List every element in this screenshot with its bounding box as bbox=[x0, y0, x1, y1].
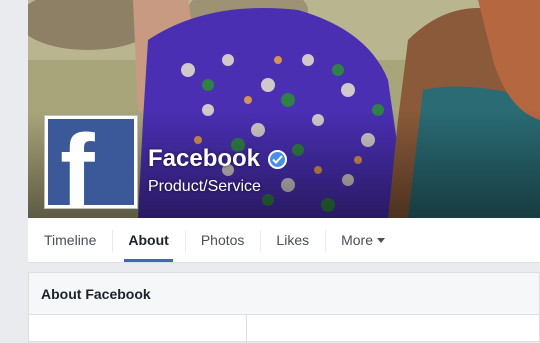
page-title[interactable]: Facebook bbox=[148, 145, 260, 173]
facebook-logo-tile: f bbox=[48, 119, 134, 210]
verified-check-icon[interactable] bbox=[268, 149, 288, 169]
page-container: f Facebook Product/Service Timeline Abou… bbox=[28, 0, 540, 343]
caret-down-icon bbox=[377, 237, 386, 243]
page-nav-tabs: Timeline About Photos Likes More bbox=[28, 218, 540, 263]
column-divider bbox=[246, 315, 247, 343]
about-card-title: About Facebook bbox=[41, 285, 151, 302]
tab-label: Photos bbox=[200, 232, 245, 248]
page-category[interactable]: Product/Service bbox=[148, 178, 261, 196]
tab-photos[interactable]: Photos bbox=[184, 218, 261, 262]
tab-likes[interactable]: Likes bbox=[260, 218, 325, 262]
about-card-header: About Facebook bbox=[29, 273, 539, 315]
facebook-f-logo-icon: f bbox=[60, 124, 95, 210]
tab-label: Timeline bbox=[44, 232, 97, 248]
tab-more[interactable]: More bbox=[325, 218, 401, 262]
tab-about[interactable]: About bbox=[112, 218, 184, 262]
tab-timeline[interactable]: Timeline bbox=[28, 218, 112, 262]
about-card-body bbox=[29, 315, 539, 343]
profile-picture[interactable]: f bbox=[44, 115, 138, 210]
cover-photo[interactable]: f Facebook Product/Service bbox=[28, 0, 540, 218]
about-card: About Facebook bbox=[28, 272, 540, 343]
tab-label: Likes bbox=[276, 232, 310, 248]
tab-label: About bbox=[128, 232, 169, 248]
tab-label: More bbox=[341, 232, 374, 248]
page-title-row: Facebook bbox=[148, 145, 288, 173]
